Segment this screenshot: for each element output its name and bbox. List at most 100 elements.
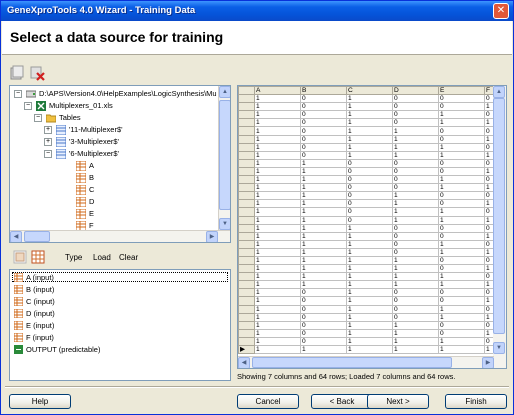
table-cell[interactable]: 1 xyxy=(438,215,485,225)
table-cell[interactable]: 1 xyxy=(254,304,301,314)
data-source-tree[interactable]: − D:\APS\Version4.0\HelpExamples\LogicSyn… xyxy=(9,85,231,243)
tree-horizontal-scrollbar[interactable]: ◀ ▶ xyxy=(10,230,230,242)
table-cell[interactable]: 1 xyxy=(438,247,485,257)
table-cell[interactable]: 1 xyxy=(254,272,301,282)
table-cell[interactable]: 0 xyxy=(346,207,393,217)
table-cell[interactable]: 0 xyxy=(392,296,439,306)
table-cell[interactable]: 1 xyxy=(346,344,393,355)
table-cell[interactable]: 1 xyxy=(346,134,393,144)
table-cell[interactable]: 0 xyxy=(438,296,485,306)
table-cell[interactable]: 0 xyxy=(300,304,347,314)
table-cell[interactable]: 1 xyxy=(438,336,485,347)
column-header[interactable]: B xyxy=(300,86,347,96)
table-cell[interactable]: 1 xyxy=(254,207,301,217)
row-header[interactable] xyxy=(238,102,255,112)
row-header[interactable] xyxy=(238,126,255,136)
row-header[interactable] xyxy=(238,142,255,152)
table-cell[interactable]: 1 xyxy=(392,191,439,201)
collapse-icon[interactable]: − xyxy=(14,90,22,98)
table-cell[interactable]: 1 xyxy=(346,223,393,233)
row-header[interactable] xyxy=(238,94,255,104)
table-cell[interactable]: 0 xyxy=(300,142,347,152)
table-cell[interactable]: 1 xyxy=(346,231,393,241)
table-cell[interactable]: 0 xyxy=(392,94,439,104)
table-cell[interactable]: 1 xyxy=(254,264,301,274)
row-header[interactable] xyxy=(238,223,255,233)
hscroll-thumb[interactable] xyxy=(24,231,50,242)
table-cell[interactable]: 1 xyxy=(254,328,301,338)
grid-scroll-down-icon[interactable]: ▼ xyxy=(493,342,505,354)
grid-vertical-scrollbar[interactable]: ▲ ▼ xyxy=(493,86,506,368)
table-cell[interactable]: 0 xyxy=(346,215,393,225)
row-header[interactable] xyxy=(238,247,255,257)
table-cell[interactable]: 1 xyxy=(346,304,393,314)
table-cell[interactable]: 1 xyxy=(346,142,393,152)
table-cell[interactable]: 1 xyxy=(392,320,439,330)
table-cell[interactable]: 1 xyxy=(392,126,439,136)
table-cell[interactable]: 0 xyxy=(300,94,347,104)
row-header[interactable] xyxy=(238,110,255,120)
table-cell[interactable]: 1 xyxy=(254,110,301,120)
table-cell[interactable]: 1 xyxy=(392,344,439,355)
table-cell[interactable]: 1 xyxy=(254,223,301,233)
table-cell[interactable]: 0 xyxy=(300,134,347,144)
table-cell[interactable]: 1 xyxy=(300,223,347,233)
table-cell[interactable]: 1 xyxy=(438,150,485,160)
table-cell[interactable]: 1 xyxy=(254,126,301,136)
table-cell[interactable]: 0 xyxy=(392,223,439,233)
row-header[interactable] xyxy=(238,272,255,282)
row-header[interactable] xyxy=(238,288,255,298)
row-header[interactable] xyxy=(238,255,255,266)
table-cell[interactable]: 1 xyxy=(438,142,485,152)
table-cell[interactable]: 0 xyxy=(438,134,485,144)
table-cell[interactable]: 1 xyxy=(438,110,485,120)
table-cell[interactable]: 1 xyxy=(346,288,393,298)
grid-horizontal-scrollbar[interactable]: ◀ ▶ xyxy=(238,356,494,368)
table-cell[interactable]: 0 xyxy=(346,199,393,209)
table-cell[interactable]: 1 xyxy=(300,207,347,217)
table-cell[interactable]: 1 xyxy=(346,150,393,160)
variable-list[interactable]: A (input) B (input) C (input) D (input) E (i… xyxy=(9,269,231,381)
table-cell[interactable]: 0 xyxy=(438,255,485,266)
table-cell[interactable]: 0 xyxy=(438,191,485,201)
table-cell[interactable]: 1 xyxy=(300,199,347,209)
row-header[interactable] xyxy=(238,264,255,274)
table-cell[interactable]: 1 xyxy=(392,150,439,160)
table-cell[interactable]: 1 xyxy=(392,264,439,274)
table-cell[interactable]: 0 xyxy=(438,199,485,209)
table-cell[interactable]: 0 xyxy=(438,126,485,136)
table-cell[interactable]: 1 xyxy=(392,215,439,225)
table-cell[interactable]: 1 xyxy=(392,280,439,290)
table-cell[interactable]: 1 xyxy=(346,312,393,322)
table-cell[interactable]: 1 xyxy=(300,175,347,185)
table-cell[interactable]: 1 xyxy=(300,231,347,241)
table-cell[interactable]: 0 xyxy=(300,150,347,160)
input-variable-icon[interactable] xyxy=(13,250,29,266)
table-cell[interactable]: 1 xyxy=(300,280,347,290)
back-button[interactable]: < Back xyxy=(311,394,373,409)
table-cell[interactable]: 1 xyxy=(254,320,301,330)
table-cell[interactable]: 0 xyxy=(438,223,485,233)
title-bar[interactable]: GeneXproTools 4.0 Wizard - Training Data… xyxy=(1,1,513,21)
row-header[interactable] xyxy=(238,191,255,201)
row-header[interactable] xyxy=(238,207,255,217)
table-cell[interactable]: 1 xyxy=(254,255,301,266)
table-cell[interactable]: 1 xyxy=(438,344,485,355)
table-cell[interactable]: 0 xyxy=(346,191,393,201)
scroll-right-icon[interactable]: ▶ xyxy=(206,231,218,242)
table-cell[interactable]: 0 xyxy=(438,288,485,298)
table-cell[interactable]: 1 xyxy=(438,175,485,185)
row-header[interactable] xyxy=(238,336,255,347)
table-cell[interactable]: 1 xyxy=(300,264,347,274)
column-header[interactable]: A xyxy=(254,86,301,96)
table-cell[interactable]: 0 xyxy=(392,312,439,322)
table-cell[interactable]: 1 xyxy=(254,191,301,201)
table-cell[interactable]: 1 xyxy=(254,231,301,241)
close-button[interactable]: ✕ xyxy=(493,3,509,19)
table-cell[interactable]: 1 xyxy=(438,312,485,322)
table-cell[interactable]: 0 xyxy=(346,158,393,168)
collapse-icon[interactable]: − xyxy=(24,102,32,110)
table-cell[interactable]: 1 xyxy=(438,207,485,217)
table-cell[interactable]: 1 xyxy=(346,102,393,112)
table-cell[interactable]: 0 xyxy=(392,304,439,314)
